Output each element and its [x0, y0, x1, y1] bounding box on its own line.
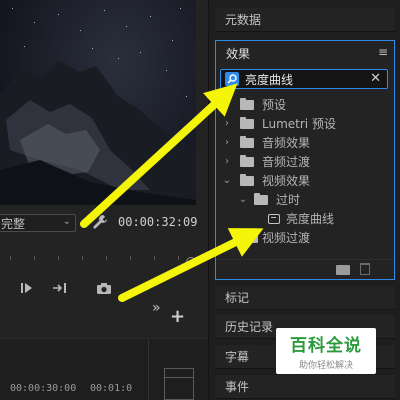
audio-meter-icon	[164, 368, 194, 400]
folder-icon	[244, 230, 258, 243]
folder-icon	[240, 97, 254, 110]
hamburger-menu-icon[interactable]: ≡	[378, 45, 388, 59]
program-monitor: 完整 ⌄ 00:00:32:09 » + 00:00:30:00 00:01:0	[0, 0, 208, 400]
search-value: 亮度曲线	[245, 72, 294, 87]
monitor-time-ruler[interactable]	[0, 250, 196, 260]
tab-captions-label: 字幕	[225, 350, 250, 364]
folder-icon	[240, 135, 254, 148]
chevron-right-icon[interactable]: ›	[222, 156, 232, 167]
folder-icon	[240, 116, 254, 129]
new-bin-icon[interactable]	[336, 265, 350, 275]
tree-item-audio-effects[interactable]: › 音频效果	[216, 133, 394, 152]
chevron-down-icon[interactable]: ⌄	[238, 194, 248, 205]
chevron-down-icon[interactable]: ⌄	[222, 175, 232, 186]
play-in-to-out-button[interactable]	[18, 280, 36, 296]
effects-panel: 效果 ≡ 亮度曲线 ✕ › 预设 › Lumetri 预设 › 音频效果 › 音…	[215, 40, 395, 280]
tree-item-label: 视频过渡	[262, 231, 311, 245]
tab-metadata[interactable]: 元数据	[215, 8, 395, 32]
folder-icon	[240, 173, 254, 186]
chevron-right-icon[interactable]: ›	[222, 137, 232, 148]
tree-item-presets[interactable]: › 预设	[216, 95, 394, 114]
tab-metadata-label: 元数据	[225, 13, 262, 27]
effects-footer	[216, 259, 394, 279]
video-preview	[0, 0, 196, 205]
mountain-image	[0, 60, 196, 205]
tree-item-audio-transitions[interactable]: › 音频过渡	[216, 152, 394, 171]
wrench-icon[interactable]	[92, 214, 108, 230]
tree-item-label: 音频过渡	[262, 155, 311, 169]
tree-item-label: 过时	[276, 193, 301, 207]
chevron-right-icon[interactable]: ›	[222, 118, 232, 129]
tree-item-label: Lumetri 预设	[262, 117, 336, 131]
tab-history-label: 历史记录	[225, 320, 274, 334]
trash-icon[interactable]	[360, 263, 370, 275]
tree-item-label: 亮度曲线	[286, 212, 335, 226]
button-editor-plus-icon[interactable]: +	[170, 306, 185, 327]
playhead-handle[interactable]	[186, 257, 196, 267]
panel-divider	[148, 340, 149, 400]
export-frame-button[interactable]	[94, 280, 114, 296]
tree-item-video-transitions[interactable]: 视频过渡	[216, 228, 394, 247]
effects-search-input[interactable]: 亮度曲线 ✕	[220, 69, 388, 89]
tab-events[interactable]: 事件	[215, 375, 395, 399]
tree-item-video-effects[interactable]: ⌄ 视频效果	[216, 171, 394, 190]
fit-value: 完整	[1, 216, 26, 231]
tree-item-lumetri-presets[interactable]: › Lumetri 预设	[216, 114, 394, 133]
tree-item-label: 视频效果	[262, 174, 311, 188]
go-to-out-icon	[53, 283, 66, 293]
timeline-timecode-b: 00:01:0	[90, 383, 133, 394]
tree-item-luma-curve[interactable]: 亮度曲线	[216, 209, 394, 228]
effects-panel-title[interactable]: 效果	[226, 45, 250, 62]
tree-item-label: 预设	[262, 98, 287, 112]
close-icon[interactable]: ✕	[370, 71, 381, 86]
folder-icon	[254, 192, 268, 205]
expand-controls-icon[interactable]: »	[152, 300, 160, 316]
watermark-logo: 百科全说 助你轻松解决	[276, 328, 376, 374]
play-in-out-icon	[21, 283, 32, 293]
playhead-timecode[interactable]: 00:00:32:09	[118, 215, 197, 229]
chevron-right-icon[interactable]: ›	[222, 99, 232, 110]
chevron-down-icon: ⌄	[62, 216, 71, 227]
watermark-subtitle: 助你轻松解决	[298, 361, 353, 371]
folder-icon	[240, 154, 254, 167]
timeline-timecode-a: 00:00:30:00	[10, 383, 77, 394]
tree-item-label: 音频效果	[262, 136, 311, 150]
search-icon	[225, 72, 239, 86]
go-to-out-button[interactable]	[50, 280, 70, 296]
tab-events-label: 事件	[225, 380, 250, 394]
tab-markers-label: 标记	[225, 291, 250, 305]
effect-icon	[268, 213, 280, 224]
tree-item-obsolete[interactable]: ⌄ 过时	[216, 190, 394, 209]
fit-dropdown[interactable]: 完整 ⌄	[0, 214, 76, 232]
camera-icon	[97, 282, 111, 294]
tab-markers[interactable]: 标记	[215, 286, 395, 310]
watermark-title: 百科全说	[290, 336, 362, 356]
